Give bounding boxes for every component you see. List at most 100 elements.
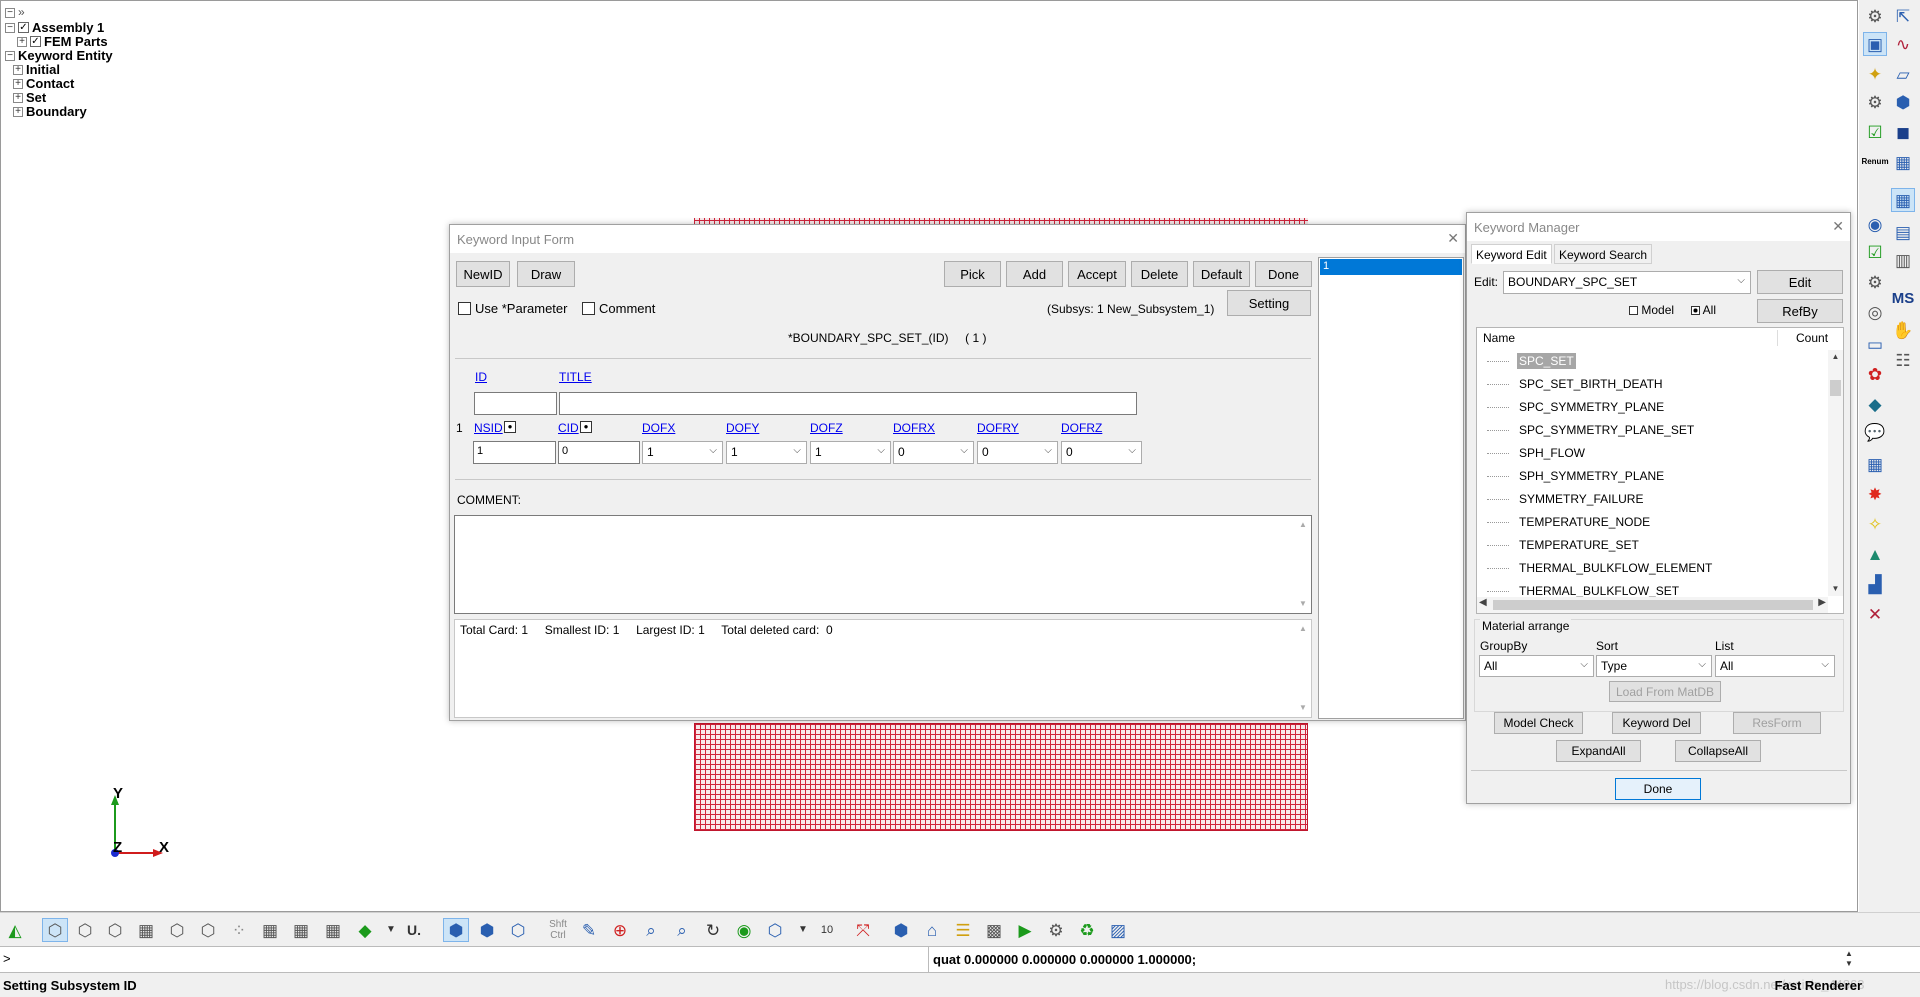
sparkle-icon[interactable]: ✦ (1863, 62, 1887, 86)
scroll-thumb[interactable] (1830, 380, 1841, 396)
title-input[interactable] (559, 392, 1137, 415)
keyword-del-button[interactable]: Keyword Del (1612, 712, 1701, 734)
expand-icon[interactable]: + (17, 36, 27, 47)
fringe-icon[interactable]: ◆ (352, 918, 378, 942)
list-item[interactable]: 1 (1320, 259, 1462, 275)
dofry-field-label[interactable]: DOFRY (977, 421, 1019, 435)
scroll-down-icon[interactable]: ▼ (1295, 701, 1311, 715)
settings-icon[interactable]: ⚙ (1863, 90, 1887, 114)
cube-view-icon[interactable]: ⬡ (762, 918, 788, 942)
radio-icon[interactable] (1691, 306, 1700, 316)
cid-pick-icon[interactable]: ● (580, 421, 592, 433)
checkbox-box[interactable] (582, 302, 595, 315)
blue-cube-selected-icon[interactable]: ⬢ (443, 918, 469, 942)
burst-icon[interactable]: ✸ (1863, 482, 1887, 506)
all-radio[interactable]: All (1691, 303, 1716, 317)
scroll-up-icon[interactable]: ▲ (1295, 622, 1311, 636)
collapse-icon[interactable]: − (5, 50, 15, 61)
tab-keyword-search[interactable]: Keyword Search (1554, 244, 1653, 264)
blue-cube-icon[interactable]: ⬢ (474, 918, 500, 942)
radio-icon[interactable] (1629, 306, 1638, 316)
dofrz-field-label[interactable]: DOFRZ (1061, 421, 1102, 435)
mesh-grid-icon[interactable]: ▦ (1891, 150, 1915, 174)
chevron-down-icon[interactable]: ⌵ (960, 445, 968, 456)
tab-keyword-edit[interactable]: Keyword Edit (1471, 244, 1552, 264)
scroll-up-icon[interactable]: ▲ (1295, 518, 1311, 532)
box-icon[interactable]: ⬢ (888, 918, 914, 942)
scroll-down-icon[interactable]: ▼ (1295, 597, 1311, 611)
gear-2-icon[interactable]: ⚙ (1863, 270, 1887, 294)
keyword-list-item[interactable]: SPC_SYMMETRY_PLANE (1477, 396, 1666, 418)
zoom-icon[interactable]: ⌕ (669, 918, 695, 942)
list-select[interactable]: All ⌵ (1715, 655, 1835, 677)
model-radio[interactable]: Model (1629, 303, 1674, 317)
id-field-label[interactable]: ID (475, 370, 487, 384)
solid-icon[interactable]: ⬢ (1891, 90, 1915, 114)
close-icon[interactable]: ✕ (1832, 218, 1844, 235)
u-label-icon[interactable]: U. (401, 918, 427, 942)
comment-checkbox[interactable]: Comment (582, 301, 655, 316)
accept-button[interactable]: Accept (1068, 261, 1126, 287)
chevron-down-icon[interactable]: ⌵ (1128, 445, 1136, 456)
wire-mesh-icon[interactable]: ⬡ (42, 918, 68, 942)
keyword-list-item[interactable]: SPH_FLOW (1477, 442, 1587, 464)
km-done-button[interactable]: Done (1615, 778, 1701, 800)
hidden-cube-icon[interactable]: ⬡ (102, 918, 128, 942)
renumber-icon[interactable]: Renum (1861, 150, 1888, 174)
teal-box-icon[interactable]: ◆ (1863, 392, 1887, 416)
chart-icon[interactable]: ▟ (1863, 572, 1887, 596)
load-from-matdb-button[interactable]: Load From MatDB (1609, 681, 1721, 702)
chevron-down-icon[interactable]: ⌵ (1698, 659, 1706, 670)
command-spinner-icon[interactable]: ▲ ▼ (1842, 949, 1856, 970)
window-icon[interactable]: ▭ (1863, 332, 1887, 356)
chevron-down-icon[interactable]: ⌵ (1044, 445, 1052, 456)
id-input[interactable] (474, 392, 557, 415)
expand-all-button[interactable]: ExpandAll (1556, 740, 1641, 762)
gears-icon[interactable]: ⚙ (1863, 4, 1887, 28)
collapse-icon[interactable]: − (5, 7, 15, 18)
new-id-button[interactable]: NewID (456, 261, 510, 287)
list-settings-icon[interactable]: ☷ (1891, 348, 1915, 372)
keyword-list[interactable]: Name Count SPC_SET SPC_SET_BIRTH_DEATH SPC… (1476, 327, 1844, 614)
keyword-select[interactable]: BOUNDARY_SPC_SET ⌵ (1503, 271, 1751, 294)
title-field-label[interactable]: TITLE (559, 370, 592, 384)
grid-edit-icon[interactable]: ▤ (1891, 220, 1915, 244)
id-list[interactable]: 1 (1318, 257, 1464, 719)
refby-button[interactable]: RefBy (1757, 299, 1843, 323)
check-list-icon[interactable]: ☑ (1863, 120, 1887, 144)
keyword-list-item[interactable]: SPC_SET_BIRTH_DEATH (1477, 373, 1665, 395)
wire-cube-icon[interactable]: ⬡ (195, 918, 221, 942)
chevron-down-icon[interactable]: ⌵ (793, 445, 801, 456)
collapse-icon[interactable]: − (5, 22, 15, 33)
resform-button[interactable]: ResForm (1733, 712, 1821, 734)
recycle-icon[interactable]: ♻ (1074, 918, 1100, 942)
default-button[interactable]: Default (1193, 261, 1250, 287)
chevron-down-icon[interactable]: ⌵ (1580, 659, 1588, 670)
scrollbar[interactable]: ▲ ▼ (1295, 620, 1311, 717)
rotate-icon[interactable]: ↻ (700, 918, 726, 942)
setting-button[interactable]: Setting (1227, 290, 1311, 316)
dofx-select[interactable]: 1 ⌵ (642, 441, 723, 464)
cube-icon[interactable]: ◼ (1891, 120, 1915, 144)
dofy-select[interactable]: 1 ⌵ (726, 441, 807, 464)
table-icon[interactable]: ▥ (1891, 248, 1915, 272)
keyword-list-item[interactable]: THERMAL_BULKFLOW_ELEMENT (1477, 557, 1714, 579)
expand-icon[interactable]: + (13, 78, 23, 89)
zoom-window-icon[interactable]: ⌕ (638, 918, 664, 942)
ten-label-icon[interactable]: 10 (814, 918, 840, 942)
mesh-cube-2-icon[interactable]: ▦ (288, 918, 314, 942)
chevron-down-icon[interactable]: ⌵ (1821, 659, 1829, 670)
keyword-list-item[interactable]: TEMPERATURE_SET (1477, 534, 1641, 556)
dofy-field-label[interactable]: DOFY (726, 421, 759, 435)
scroll-left-icon[interactable]: ◀ (1479, 597, 1487, 608)
nsid-field-label[interactable]: NSID (474, 421, 503, 435)
fem-mesh[interactable] (694, 723, 1308, 831)
keyword-list-item[interactable]: SPC_SYMMETRY_PLANE_SET (1477, 419, 1696, 441)
cid-input[interactable]: 0 (558, 441, 640, 464)
expand-icon[interactable]: + (13, 64, 23, 75)
assembly-checkbox[interactable]: ✓ (18, 22, 29, 33)
command-line[interactable]: > quat 0.000000 0.000000 0.000000 1.0000… (0, 946, 1920, 973)
scrollbar[interactable]: ▲ ▼ (1295, 516, 1311, 613)
dofrz-select[interactable]: 0 ⌵ (1061, 441, 1142, 464)
scroll-down-icon[interactable]: ▼ (1828, 582, 1843, 596)
